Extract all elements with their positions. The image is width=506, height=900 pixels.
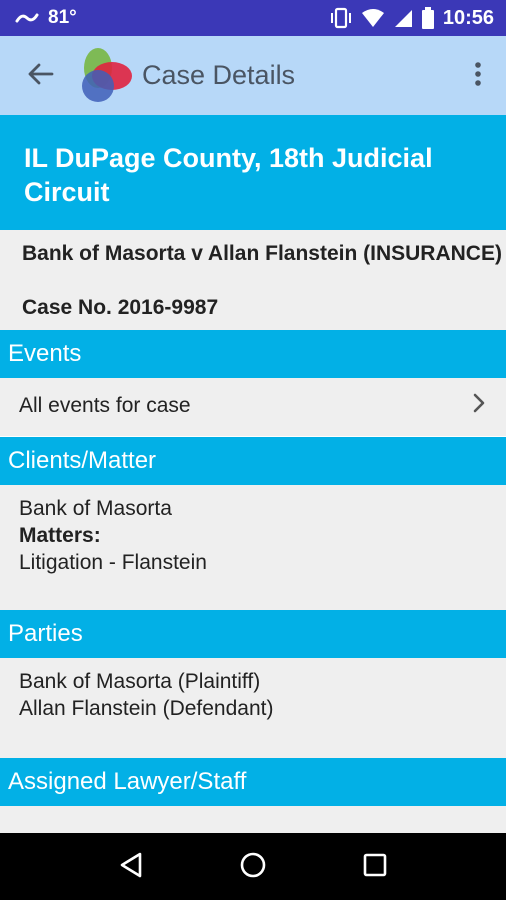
status-bar: 81° 10:56 [0,0,506,36]
case-number: Case No. 2016-9987 [22,296,219,319]
events-body: All events for case [0,378,506,436]
arrow-back-icon [26,62,54,90]
square-recents-icon [362,852,388,882]
nav-recents-button[interactable] [345,837,405,897]
app-logo [78,46,134,106]
status-right: 10:56 [329,7,494,30]
navigation-bar [0,833,506,900]
case-name: Bank of Masorta v Allan Flanstein (INSUR… [22,242,502,265]
nav-home-button[interactable] [223,837,283,897]
client-name: Bank of Masorta [19,497,172,520]
temperature: 81° [48,7,77,28]
party-item: Bank of Masorta (Plaintiff) [19,670,261,693]
circle-home-icon [239,851,267,883]
page-title: Case Details [142,60,296,90]
assigned-body [0,806,506,833]
wifi-icon [361,8,385,28]
status-left: 81° [14,7,77,29]
clients-header: Clients/Matter [0,437,506,485]
parties-body: Bank of Masorta (Plaintiff) Allan Flanst… [0,658,506,758]
app-bar: Case Details [0,36,506,115]
case-info: Bank of Masorta v Allan Flanstein (INSUR… [0,230,506,330]
all-events-row[interactable]: All events for case [0,378,506,434]
events-header: Events [0,330,506,378]
signal-icon [393,8,413,28]
matters-label: Matters: [19,524,101,547]
more-vert-icon [474,61,482,91]
nav-back-button[interactable] [101,837,161,897]
chevron-right-icon [472,392,486,420]
all-events-label: All events for case [19,394,191,417]
assigned-header: Assigned Lawyer/Staff [0,758,506,806]
matter-name: Litigation - Flanstein [19,551,207,574]
back-button[interactable] [0,36,80,115]
vibrate-icon [329,7,353,29]
triangle-back-icon [118,851,144,883]
clock: 10:56 [442,6,494,29]
clients-body: Bank of Masorta Matters: Litigation - Fl… [0,485,506,610]
parties-header: Parties [0,610,506,658]
party-item: Allan Flanstein (Defendant) [19,697,274,720]
overflow-menu-button[interactable] [450,36,506,115]
weather-icon [14,11,40,25]
court-name: IL DuPage County, 18th Judicial Circuit [0,115,506,230]
battery-icon [421,7,435,29]
